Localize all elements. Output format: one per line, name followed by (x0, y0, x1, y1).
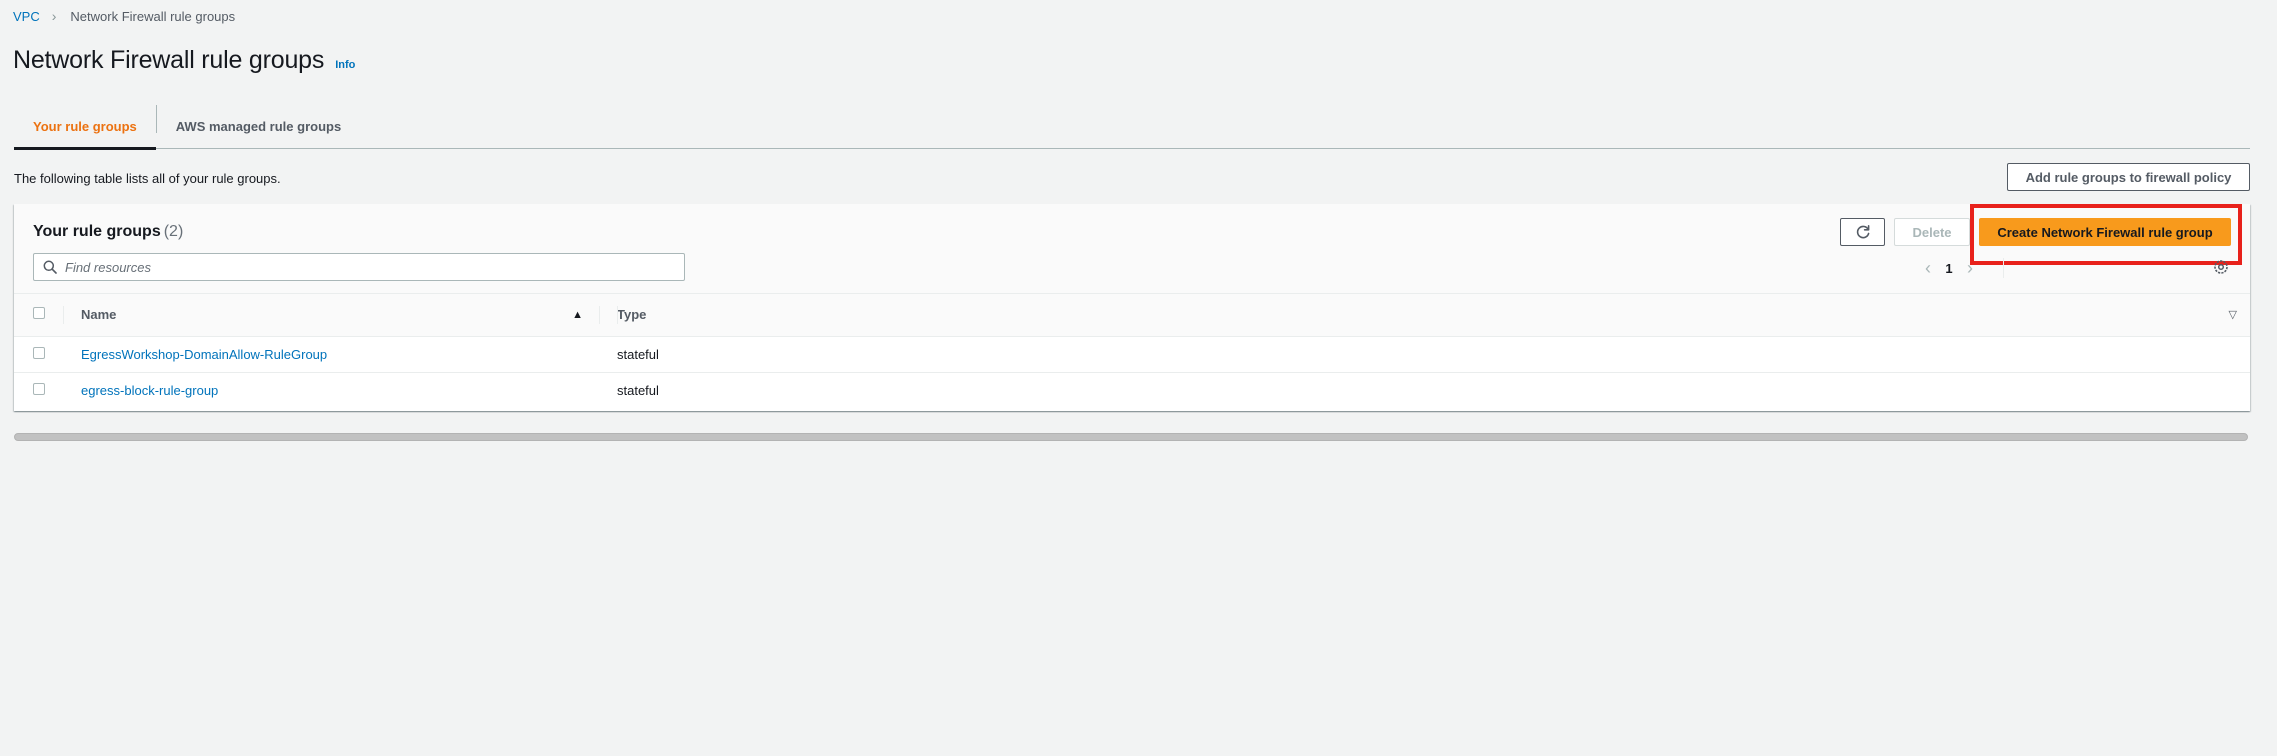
rule-group-link[interactable]: EgressWorkshop-DomainAllow-RuleGroup (81, 347, 327, 362)
row-checkbox[interactable] (33, 382, 45, 395)
select-all-cell (14, 294, 63, 336)
row-type-cell: stateful (617, 346, 659, 362)
column-header-type-label: Type (617, 307, 647, 323)
row-name-cell: EgressWorkshop-DomainAllow-RuleGroup (63, 336, 600, 372)
breadcrumb-separator-icon: › (51, 8, 57, 24)
table-row[interactable]: EgressWorkshop-DomainAllow-RuleGroup sta… (14, 336, 2250, 372)
rule-groups-container: Your rule groups (2) Delete Create Networ… (14, 204, 2250, 411)
delete-button[interactable]: Delete (1894, 218, 1970, 246)
container-header: Your rule groups (2) Delete Create Networ… (14, 204, 2250, 294)
row-select-cell (14, 336, 63, 372)
breadcrumb: VPC › Network Firewall rule groups (13, 8, 235, 24)
tab-bar: Your rule groups AWS managed rule groups (14, 103, 2250, 150)
sort-ascending-icon[interactable]: ▲ (572, 309, 583, 321)
column-header-name[interactable]: Name ▲ (63, 294, 600, 336)
tab-your-rule-groups[interactable]: Your rule groups (14, 103, 156, 150)
container-title: Your rule groups (2) (33, 223, 183, 241)
breadcrumb-current: Network Firewall rule groups (70, 8, 236, 24)
horizontal-scrollbar[interactable] (14, 433, 2248, 441)
select-all-checkbox[interactable] (33, 307, 45, 320)
table-description: The following table lists all of your ru… (14, 171, 281, 186)
search-input[interactable] (65, 259, 665, 275)
rule-groups-table: Name ▲ Type ▽ EgressWorkshop-DomainAllow… (14, 294, 2250, 408)
container-count: (2) (163, 223, 184, 240)
pager-divider (2003, 258, 2004, 278)
search-field[interactable] (33, 253, 685, 281)
rule-group-link[interactable]: egress-block-rule-group (81, 383, 218, 398)
row-select-cell (14, 372, 63, 408)
table-header-row: Name ▲ Type ▽ (14, 294, 2250, 336)
info-link[interactable]: Info (335, 59, 355, 71)
search-icon (43, 260, 57, 274)
chevron-right-icon[interactable]: › (1960, 258, 1980, 279)
column-header-type[interactable]: Type ▽ (600, 294, 2250, 336)
table-row[interactable]: egress-block-rule-group stateful (14, 372, 2250, 408)
refresh-button[interactable] (1840, 218, 1885, 246)
refresh-icon (1856, 225, 1869, 239)
filter-caret-icon[interactable]: ▽ (2229, 308, 2237, 321)
gear-icon (2214, 260, 2228, 274)
row-checkbox[interactable] (33, 346, 45, 359)
breadcrumb-vpc-link[interactable]: VPC (13, 9, 40, 24)
page-number[interactable]: 1 (1938, 261, 1960, 276)
row-name-cell: egress-block-rule-group (63, 372, 600, 408)
add-rule-groups-button[interactable]: Add rule groups to firewall policy (2007, 163, 2250, 191)
page-header: Network Firewall rule groups Info (13, 46, 355, 75)
highlight-annotation (1970, 204, 2242, 265)
column-header-name-label: Name (81, 307, 117, 323)
tab-aws-managed-rule-groups[interactable]: AWS managed rule groups (157, 103, 360, 149)
page-title: Network Firewall rule groups (13, 46, 325, 74)
pagination: ‹ 1 › (1918, 258, 1980, 279)
preferences-button[interactable] (2212, 258, 2230, 276)
chevron-left-icon[interactable]: ‹ (1918, 258, 1938, 279)
container-title-text: Your rule groups (33, 223, 161, 240)
row-type-cell: stateful (617, 382, 659, 398)
